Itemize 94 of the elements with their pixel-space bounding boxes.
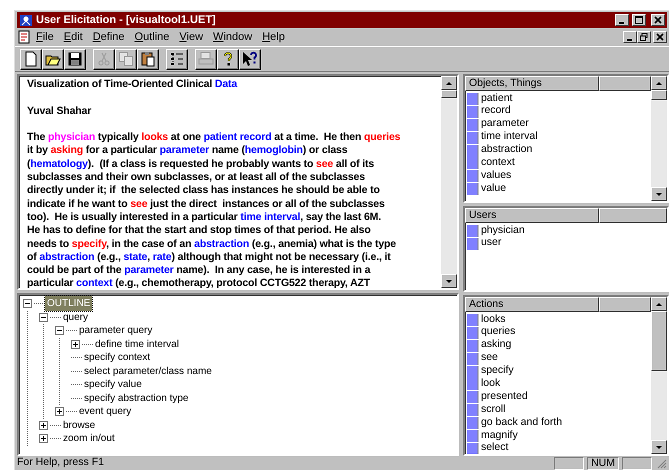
column-header[interactable]: Users bbox=[464, 208, 599, 223]
list-icon bbox=[466, 338, 479, 352]
expand-toggle[interactable] bbox=[71, 340, 80, 349]
maximize-button[interactable] bbox=[632, 14, 646, 26]
tree-item[interactable]: zoom in/out bbox=[61, 431, 117, 446]
list-icon bbox=[466, 377, 479, 390]
column-header[interactable] bbox=[598, 76, 651, 91]
minimize-button[interactable] bbox=[623, 31, 637, 43]
printer-icon bbox=[198, 51, 214, 67]
list-icon bbox=[466, 428, 479, 442]
column-header[interactable] bbox=[598, 208, 667, 223]
close-icon bbox=[654, 16, 662, 24]
list-icon bbox=[466, 130, 479, 144]
tree-item[interactable]: event query bbox=[77, 404, 134, 420]
context-help-button[interactable] bbox=[239, 48, 261, 70]
tree-item[interactable]: specify value bbox=[82, 377, 144, 392]
size-grip-icon bbox=[655, 457, 667, 469]
list-icon bbox=[466, 144, 479, 157]
expand-toggle[interactable] bbox=[55, 407, 64, 416]
expand-toggle[interactable] bbox=[39, 434, 48, 444]
new-button[interactable] bbox=[20, 48, 42, 70]
tree-item[interactable]: define time interval bbox=[93, 336, 181, 352]
scroll-down-button[interactable] bbox=[651, 440, 667, 454]
clipboard-icon bbox=[140, 51, 156, 67]
paste-button[interactable] bbox=[137, 48, 159, 70]
scroll-thumb[interactable] bbox=[440, 90, 457, 98]
restore-icon bbox=[640, 33, 648, 41]
copy-icon bbox=[118, 51, 134, 67]
app-icon bbox=[19, 14, 33, 26]
window-title: User Elicitation - [visualtool1.UET] bbox=[36, 12, 217, 28]
save-button[interactable] bbox=[64, 48, 86, 70]
list-icon bbox=[466, 224, 479, 237]
open-button[interactable] bbox=[42, 48, 64, 70]
maximize-icon bbox=[635, 16, 643, 24]
scroll-down-button[interactable] bbox=[440, 274, 457, 288]
close-button[interactable] bbox=[651, 14, 665, 26]
scroll-thumb[interactable] bbox=[651, 90, 667, 100]
list-icon bbox=[466, 403, 479, 416]
tree-item[interactable]: query bbox=[61, 310, 90, 325]
menu-item[interactable]: Window bbox=[208, 28, 258, 46]
tree-item[interactable]: specify abstraction type bbox=[82, 390, 190, 406]
tree-item[interactable]: select parameter/class name bbox=[82, 364, 214, 379]
close-icon bbox=[656, 33, 664, 41]
tree-item[interactable]: specify context bbox=[82, 350, 152, 366]
list-icon bbox=[466, 156, 479, 170]
menu-item[interactable]: View bbox=[174, 28, 208, 46]
pointer-question-icon bbox=[242, 51, 258, 67]
menu-item[interactable]: File bbox=[31, 28, 59, 46]
collapse-toggle[interactable] bbox=[23, 299, 32, 308]
list-icon bbox=[466, 236, 479, 250]
tree-item[interactable]: parameter query bbox=[77, 323, 154, 338]
help-button[interactable] bbox=[217, 48, 239, 70]
scroll-thumb[interactable] bbox=[651, 311, 667, 371]
status-panel: NUM bbox=[587, 456, 619, 470]
list-icon bbox=[466, 312, 479, 326]
outline-button[interactable] bbox=[166, 48, 188, 70]
list-icon bbox=[466, 104, 479, 118]
list-icon bbox=[466, 92, 479, 105]
status-message: For Help, press F1 bbox=[17, 455, 105, 470]
column-header[interactable]: Objects, Things bbox=[464, 76, 599, 91]
collapse-toggle[interactable] bbox=[55, 326, 64, 336]
new-document-icon bbox=[23, 51, 39, 67]
scroll-up-button[interactable] bbox=[651, 297, 667, 311]
scroll-down-button[interactable] bbox=[651, 187, 667, 201]
column-header[interactable] bbox=[598, 297, 651, 312]
collapse-toggle[interactable] bbox=[39, 312, 48, 322]
list-icon bbox=[466, 390, 479, 404]
menu-item[interactable]: Outline bbox=[130, 28, 174, 46]
scroll-up-button[interactable] bbox=[440, 76, 457, 90]
menu-item[interactable]: Define bbox=[88, 28, 130, 46]
document-icon bbox=[17, 30, 31, 44]
expand-toggle[interactable] bbox=[39, 420, 48, 430]
scissors-icon bbox=[96, 51, 112, 67]
list-icon bbox=[466, 326, 479, 339]
list-icon bbox=[466, 169, 479, 182]
list-item[interactable]: abstraction bbox=[480, 142, 532, 158]
document-title: Visualization of Time-Oriented Clinical Data bbox=[27, 78, 238, 92]
list-icon bbox=[466, 352, 479, 365]
list-item[interactable]: specify bbox=[480, 363, 514, 379]
list-icon bbox=[466, 364, 479, 378]
tree-item[interactable]: OUTLINE bbox=[45, 296, 92, 312]
scroll-up-button[interactable] bbox=[651, 76, 667, 90]
column-header[interactable]: Actions bbox=[464, 297, 599, 312]
restore-button[interactable] bbox=[637, 31, 651, 43]
close-button[interactable] bbox=[653, 31, 667, 43]
menu-item[interactable]: Help bbox=[257, 28, 290, 46]
list-icon bbox=[466, 118, 479, 131]
author-name: Yuval Shahar bbox=[27, 104, 92, 118]
menu-item[interactable]: Edit bbox=[58, 28, 88, 46]
minimize-button[interactable] bbox=[615, 14, 629, 26]
outline-icon bbox=[169, 51, 185, 67]
list-icon bbox=[466, 416, 479, 430]
tree-item[interactable]: browse bbox=[61, 418, 98, 433]
list-icon bbox=[466, 182, 479, 196]
